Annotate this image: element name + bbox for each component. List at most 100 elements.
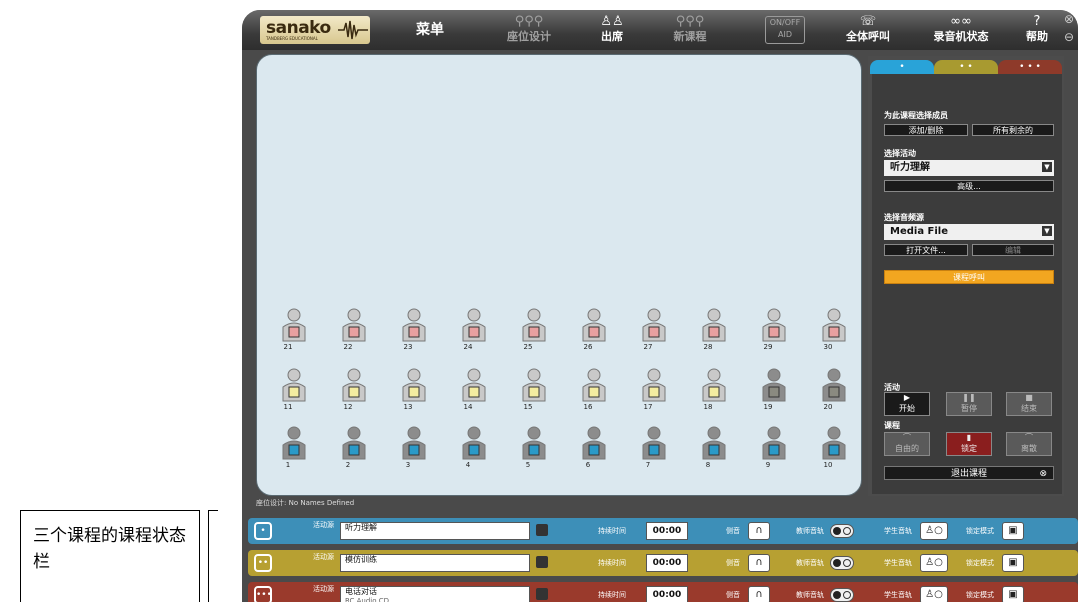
student-seat[interactable]: 19 (755, 367, 795, 417)
lock-button[interactable]: ▮ 锁定 (946, 432, 992, 456)
headphones-icon[interactable]: ∩ (748, 554, 770, 572)
lesson-activity-field[interactable]: 模仿训练 (340, 554, 530, 572)
student-track-label: 学生音轨 (884, 591, 912, 599)
onoff-aid-button[interactable]: ON/OFF AID (765, 16, 805, 44)
lesson-section-label: 课程 (884, 421, 900, 430)
seat-design-button[interactable]: ⚲⚲⚲ 座位设计 (494, 10, 564, 50)
exit-lesson-button[interactable]: 退出课程 ⊗ (884, 466, 1054, 480)
lesson-number-badge[interactable]: ••• (254, 586, 272, 602)
student-icon (702, 308, 726, 342)
stop-icon[interactable] (536, 588, 548, 600)
student-seat[interactable]: 26 (575, 307, 615, 357)
edit-button[interactable]: 编辑 (972, 244, 1054, 256)
student-seat[interactable]: 2 (335, 425, 375, 475)
lesson-activity-field[interactable]: 电话对话 RC Audio CD (340, 586, 530, 602)
close-window-icon[interactable]: ⊗ (1064, 12, 1074, 26)
student-seat[interactable]: 14 (455, 367, 495, 417)
help-label: 帮助 (1026, 30, 1048, 43)
audio-source-select[interactable]: Media File ▼ (884, 224, 1054, 240)
minimize-window-icon[interactable]: ⊖ (1064, 30, 1074, 44)
student-track-icon[interactable]: ♙○ (920, 554, 948, 572)
student-icon (582, 426, 606, 460)
headphones-icon[interactable]: ∩ (748, 586, 770, 602)
duration-time: 00:00 (646, 554, 688, 572)
student-seat[interactable]: 7 (635, 425, 675, 475)
lesson-number-badge[interactable]: •• (254, 554, 272, 572)
student-seat[interactable]: 24 (455, 307, 495, 357)
annotation-bracket (208, 510, 218, 602)
student-seat[interactable]: 21 (275, 307, 315, 357)
help-button[interactable]: ? 帮助 (1020, 10, 1054, 50)
release-button[interactable]: ⌒ 离散 (1006, 432, 1052, 456)
student-icon (762, 368, 786, 402)
advanced-button[interactable]: 高级... (884, 180, 1054, 192)
student-seat[interactable]: 5 (515, 425, 555, 475)
lesson-number-badge[interactable]: • (254, 522, 272, 540)
seat-number: 28 (703, 343, 713, 351)
call-all-button[interactable]: ☏ 全体呼叫 (840, 10, 896, 50)
all-remaining-button[interactable]: 所有剩余的 (972, 124, 1054, 136)
seat-number: 11 (283, 403, 293, 411)
student-seat[interactable]: 27 (635, 307, 675, 357)
student-seat[interactable]: 12 (335, 367, 375, 417)
headphones-icon[interactable]: ∩ (748, 522, 770, 540)
activity-select[interactable]: 听力理解 ▼ (884, 160, 1054, 176)
student-seat[interactable]: 9 (755, 425, 795, 475)
call-all-label: 全体呼叫 (846, 30, 890, 43)
menu-button[interactable]: 菜单 (410, 10, 450, 50)
student-seat[interactable]: 28 (695, 307, 735, 357)
attendance-button[interactable]: ♙♙ 出席 (592, 10, 632, 50)
student-icon (642, 426, 666, 460)
pause-button[interactable]: ❚❚ 暂停 (946, 392, 992, 416)
lock-mode-icon[interactable]: ▣ (1002, 554, 1024, 572)
add-remove-button[interactable]: 添加/删除 (884, 124, 968, 136)
lesson-call-button[interactable]: 课程呼叫 (884, 270, 1054, 284)
student-seat[interactable]: 4 (455, 425, 495, 475)
lesson-activity-name: 电话对话 (345, 587, 377, 596)
teacher-track-toggle[interactable] (830, 524, 854, 538)
activity-source-label: 活动源 (313, 521, 334, 529)
tab-lesson-1[interactable]: • (870, 60, 934, 74)
tab-lesson-2[interactable]: • • (934, 60, 998, 74)
student-seat[interactable]: 10 (815, 425, 855, 475)
student-seat[interactable]: 20 (815, 367, 855, 417)
lock-mode-icon[interactable]: ▣ (1002, 522, 1024, 540)
seat-number: 14 (463, 403, 473, 411)
stop-icon[interactable] (536, 524, 548, 536)
student-seat[interactable]: 8 (695, 425, 735, 475)
student-seat[interactable]: 25 (515, 307, 555, 357)
end-button[interactable]: ■ 结束 (1006, 392, 1052, 416)
student-seat[interactable]: 6 (575, 425, 615, 475)
student-track-icon[interactable]: ♙○ (920, 522, 948, 540)
student-seat[interactable]: 16 (575, 367, 615, 417)
tab-lesson-3[interactable]: • • • (998, 60, 1062, 74)
free-button[interactable]: ⌒ 自由的 (884, 432, 930, 456)
student-seat[interactable]: 13 (395, 367, 435, 417)
student-seat[interactable]: 18 (695, 367, 735, 417)
stop-icon[interactable] (536, 556, 548, 568)
start-button[interactable]: ▶ 开始 (884, 392, 930, 416)
student-seat[interactable]: 29 (755, 307, 795, 357)
teacher-track-toggle[interactable] (830, 588, 854, 602)
open-file-button[interactable]: 打开文件... (884, 244, 968, 256)
student-track-icon[interactable]: ♙○ (920, 586, 948, 602)
student-seat[interactable]: 22 (335, 307, 375, 357)
duration-label: 持续时间 (598, 559, 626, 567)
new-lesson-button[interactable]: ⚲⚲⚲ 新课程 (660, 10, 720, 50)
lock-mode-icon[interactable]: ▣ (1002, 586, 1024, 602)
student-seat[interactable]: 17 (635, 367, 675, 417)
teacher-track-toggle[interactable] (830, 556, 854, 570)
student-seat[interactable]: 23 (395, 307, 435, 357)
student-seat[interactable]: 11 (275, 367, 315, 417)
seat-status-text: 座位设计: No Names Defined (256, 499, 355, 507)
student-icon (282, 368, 306, 402)
lesson-activity-field[interactable]: 听力理解 (340, 522, 530, 540)
student-seat[interactable]: 3 (395, 425, 435, 475)
student-icon (642, 308, 666, 342)
recorder-status-button[interactable]: ∞∞ 录音机状态 (924, 10, 998, 50)
student-icon (582, 308, 606, 342)
student-seat[interactable]: 30 (815, 307, 855, 357)
free-label: 自由的 (895, 444, 919, 453)
student-seat[interactable]: 15 (515, 367, 555, 417)
student-seat[interactable]: 1 (275, 425, 315, 475)
